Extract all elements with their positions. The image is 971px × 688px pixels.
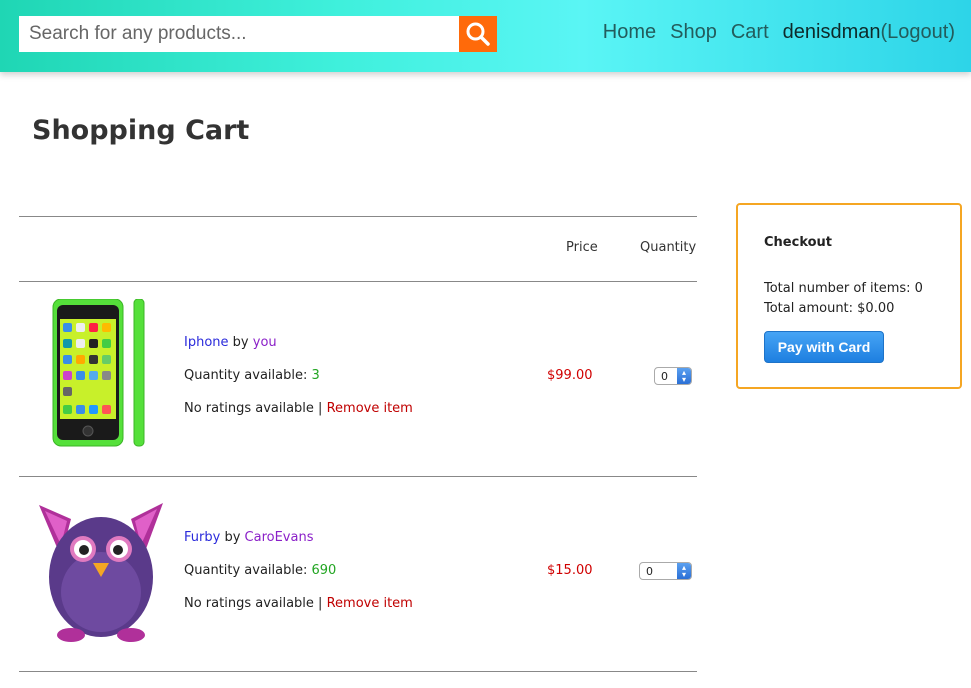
search-input[interactable] (19, 16, 459, 52)
by-label: by (232, 335, 249, 350)
main-nav: Home Shop Cart denisdman(Logout) (603, 21, 955, 44)
product-link[interactable]: Iphone (184, 335, 229, 350)
quantity-available-label: Quantity available: (184, 368, 308, 383)
item-price: $99.00 (547, 368, 593, 383)
quantity-available-value: 3 (311, 368, 320, 383)
furby-product-image[interactable] (31, 497, 171, 647)
quantity-select[interactable]: 0 ▴ ▾ (639, 562, 692, 580)
quantity-value: 0 (646, 564, 653, 578)
iphone-product-image[interactable] (52, 299, 152, 449)
quantity-column-header: Quantity (640, 240, 697, 255)
item-price: $15.00 (547, 563, 593, 578)
pay-with-card-button[interactable]: Pay with Card (764, 331, 884, 363)
divider (19, 216, 697, 217)
select-arrows-icon: ▴ ▾ (677, 563, 691, 579)
nav-shop[interactable]: Shop (670, 21, 717, 44)
search-icon (466, 22, 490, 46)
remove-item-link[interactable]: Remove item (327, 596, 413, 611)
cart-item-row: Iphone by you Quantity available: 3 No r… (19, 282, 697, 476)
header-bar: Home Shop Cart denisdman(Logout) (0, 0, 971, 72)
price-column-header: Price (566, 240, 598, 255)
username: denisdman (782, 21, 881, 43)
total-items-text: Total number of items: 0 (764, 281, 923, 296)
nav-cart[interactable]: Cart (731, 21, 769, 44)
remove-item-link[interactable]: Remove item (327, 401, 413, 416)
checkout-title: Checkout (764, 235, 833, 250)
quantity-value: 0 (661, 369, 668, 383)
search-button[interactable] (459, 16, 497, 52)
page-title: Shopping Cart (32, 115, 250, 146)
cart-item-row: Furby by CaroEvans Quantity available: 6… (19, 477, 697, 671)
separator: | (318, 596, 323, 611)
quantity-available-label: Quantity available: (184, 563, 308, 578)
product-link[interactable]: Furby (184, 530, 220, 545)
total-amount-text: Total amount: $0.00 (764, 301, 895, 316)
checkout-panel: Checkout Total number of items: 0 Total … (736, 203, 962, 389)
ratings-text: No ratings available (184, 596, 314, 611)
seller-link[interactable]: CaroEvans (245, 530, 314, 545)
divider (19, 671, 697, 672)
logout-link[interactable]: (Logout) (881, 21, 956, 43)
select-arrows-icon: ▴ ▾ (677, 368, 691, 384)
quantity-available-value: 690 (311, 563, 337, 578)
nav-home[interactable]: Home (603, 21, 656, 44)
seller-link[interactable]: you (253, 335, 277, 350)
by-label: by (224, 530, 241, 545)
separator: | (318, 401, 323, 416)
quantity-select[interactable]: 0 ▴ ▾ (654, 367, 692, 385)
ratings-text: No ratings available (184, 401, 314, 416)
